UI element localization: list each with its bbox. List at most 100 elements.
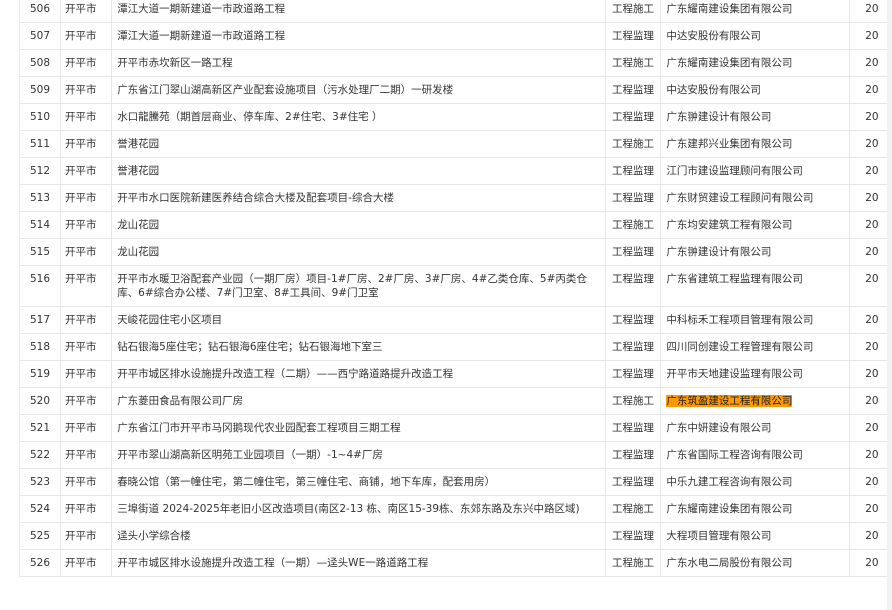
- work-type-cell: 工程监理: [605, 468, 662, 496]
- project-name-cell: 钻石银海5座住宅；钻石银海6座住宅；钻石银海地下室三: [111, 333, 607, 361]
- project-name-cell: 开平市城区排水设施提升改造工程（二期）——西宁路道路提升改造工程: [111, 360, 607, 388]
- row-number: 512: [19, 157, 61, 185]
- work-type-cell: 工程施工: [605, 49, 662, 77]
- table-row: 508 开平市 开平市赤坎新区一路工程 工程施工 广东耀南建设集团有限公司 20: [19, 49, 892, 77]
- row-number: 519: [19, 360, 61, 388]
- table-row: 525 开平市 迳头小学综合楼 工程监理 大程项目管理有限公司 20: [19, 522, 892, 550]
- project-name-cell: 广东省江门翠山湖高新区产业配套设施项目（污水处理厂二期）一研发楼: [111, 76, 607, 104]
- work-type-cell: 工程监理: [605, 360, 662, 388]
- project-name-cell: 春晓公馆（第一幢住宅，第二幢住宅，第三幢住宅、商铺，地下车库，配套用房）: [111, 468, 607, 496]
- row-number: 515: [19, 238, 61, 266]
- row-number: 516: [19, 265, 61, 307]
- work-type-cell: 工程施工: [605, 130, 662, 158]
- work-type-cell: 工程施工: [605, 495, 662, 523]
- company-cell: 广东筑盈建设工程有限公司: [660, 387, 850, 415]
- table-row: 519 开平市 开平市城区排水设施提升改造工程（二期）——西宁路道路提升改造工程 工程…: [19, 360, 892, 388]
- project-name-cell: 迳头小学综合楼: [111, 522, 607, 550]
- table-row: 515 开平市 龙山花园 工程监理 广东翀建设计有限公司 20: [19, 238, 892, 266]
- score-cell: 20: [848, 333, 892, 361]
- row-number: 508: [19, 49, 61, 77]
- row-number: 511: [19, 130, 61, 158]
- work-type-cell: 工程监理: [605, 333, 662, 361]
- row-number: 517: [19, 306, 61, 334]
- company-cell: 广东耀南建设集团有限公司: [660, 49, 850, 77]
- city-cell: 开平市: [59, 468, 113, 496]
- project-name-cell: 开平市城区排水设施提升改造工程（一期）—迳头WE一路道路工程: [111, 549, 607, 577]
- city-cell: 开平市: [59, 76, 113, 104]
- project-name-cell: 开平市水暖卫浴配套产业园（一期厂房）项目-1#厂房、2#厂房、3#厂房、4#乙类…: [111, 265, 607, 307]
- score-cell: 20: [848, 157, 892, 185]
- company-cell: 广东均安建筑工程有限公司: [660, 211, 850, 239]
- record-table-body: 506 开平市 潭江大道一期新建道一市政道路工程 工程施工 广东耀南建设集团有限公司 20…: [19, 0, 892, 577]
- table-row: 518 开平市 钻石银海5座住宅；钻石银海6座住宅；钻石银海地下室三 工程监理 四川同创…: [19, 333, 892, 361]
- city-cell: 开平市: [59, 333, 113, 361]
- company-cell: 中科标禾工程项目管理有限公司: [660, 306, 850, 334]
- project-name-cell: 龙山花园: [111, 238, 607, 266]
- work-type-cell: 工程监理: [605, 76, 662, 104]
- row-number: 514: [19, 211, 61, 239]
- row-number: 513: [19, 184, 61, 212]
- score-cell: 20: [848, 265, 892, 307]
- company-cell: 广东水电二局股份有限公司: [660, 549, 850, 577]
- city-cell: 开平市: [59, 0, 113, 23]
- table-row: 510 开平市 水口龍騰苑（期首层商业、停车库、2#住宅、3#住宅 ）工程监理 广东翀…: [19, 103, 892, 131]
- table-row: 523 开平市 春晓公馆（第一幢住宅，第二幢住宅，第三幢住宅、商铺，地下车库，配套用…: [19, 468, 892, 496]
- score-cell: 20: [848, 0, 892, 23]
- score-cell: 20: [848, 103, 892, 131]
- table-row: 524 开平市 三埠街道 2024-2025年老旧小区改造项目(南区2-13 栋、南…: [19, 495, 892, 523]
- company-cell: 广东省建筑工程监理有限公司: [660, 265, 850, 307]
- row-number: 518: [19, 333, 61, 361]
- company-cell: 广东耀南建设集团有限公司: [660, 0, 850, 23]
- record-table-container: 506 开平市 潭江大道一期新建道一市政道路工程 工程施工 广东耀南建设集团有限公司 20…: [0, 0, 892, 577]
- company-cell: 广东建邦兴业集团有限公司: [660, 130, 850, 158]
- score-cell: 20: [848, 549, 892, 577]
- table-row: 514 开平市 龙山花园 工程施工 广东均安建筑工程有限公司 20: [19, 211, 892, 239]
- work-type-cell: 工程施工: [605, 0, 662, 23]
- work-type-cell: 工程监理: [605, 22, 662, 50]
- company-cell: 开平市天地建设监理有限公司: [660, 360, 850, 388]
- table-row: 513 开平市 开平市水口医院新建医养结合综合大楼及配套项目-综合大楼 工程监理 广东财…: [19, 184, 892, 212]
- project-name-cell: 广东省江门市开平市马冈鹅现代农业园配套工程项目三期工程: [111, 414, 607, 442]
- project-name-cell: 誉港花园: [111, 130, 607, 158]
- city-cell: 开平市: [59, 238, 113, 266]
- company-cell: 江门市建设监理顾问有限公司: [660, 157, 850, 185]
- company-cell: 广东翀建设计有限公司: [660, 238, 850, 266]
- project-name-cell: 潭江大道一期新建道一市政道路工程: [111, 0, 607, 23]
- score-cell: 20: [848, 76, 892, 104]
- project-name-cell: 开平市赤坎新区一路工程: [111, 49, 607, 77]
- row-number: 521: [19, 414, 61, 442]
- scrollbar-track[interactable]: [887, 0, 892, 610]
- row-number: 506: [19, 0, 61, 23]
- work-type-cell: 工程施工: [605, 211, 662, 239]
- company-cell: 广东财贸建设工程顾问有限公司: [660, 184, 850, 212]
- row-number: 510: [19, 103, 61, 131]
- score-cell: 20: [848, 360, 892, 388]
- score-cell: 20: [848, 130, 892, 158]
- city-cell: 开平市: [59, 306, 113, 334]
- table-row: 526 开平市 开平市城区排水设施提升改造工程（一期）—迳头WE一路道路工程 工程施工…: [19, 549, 892, 577]
- table-row: 509 开平市 广东省江门翠山湖高新区产业配套设施项目（污水处理厂二期）一研发楼 工程…: [19, 76, 892, 104]
- table-row: 522 开平市 开平市翠山湖高新区明苑工业园项目（一期）-1~4#厂房 工程监理 广东省…: [19, 441, 892, 469]
- project-name-cell: 天峻花园住宅小区项目: [111, 306, 607, 334]
- score-cell: 20: [848, 211, 892, 239]
- city-cell: 开平市: [59, 549, 113, 577]
- city-cell: 开平市: [59, 130, 113, 158]
- score-cell: 20: [848, 238, 892, 266]
- work-type-cell: 工程监理: [605, 238, 662, 266]
- row-number: 526: [19, 549, 61, 577]
- highlighted-company-text: 广东筑盈建设工程有限公司: [666, 395, 793, 407]
- city-cell: 开平市: [59, 49, 113, 77]
- table-row: 520 开平市 广东菱田食品有限公司厂房 工程施工 广东筑盈建设工程有限公司 20: [19, 387, 892, 415]
- company-cell: 广东中妍建设有限公司: [660, 414, 850, 442]
- city-cell: 开平市: [59, 441, 113, 469]
- table-row: 506 开平市 潭江大道一期新建道一市政道路工程 工程施工 广东耀南建设集团有限公司 20: [19, 0, 892, 23]
- row-number: 524: [19, 495, 61, 523]
- table-row: 507 开平市 潭江大道一期新建道一市政道路工程 工程监理 中达安股份有限公司 20: [19, 22, 892, 50]
- row-number: 520: [19, 387, 61, 415]
- table-row: 521 开平市 广东省江门市开平市马冈鹅现代农业园配套工程项目三期工程 工程监理 广东中…: [19, 414, 892, 442]
- city-cell: 开平市: [59, 103, 113, 131]
- row-number: 509: [19, 76, 61, 104]
- company-cell: 中达安股份有限公司: [660, 22, 850, 50]
- score-cell: 20: [848, 306, 892, 334]
- score-cell: 20: [848, 495, 892, 523]
